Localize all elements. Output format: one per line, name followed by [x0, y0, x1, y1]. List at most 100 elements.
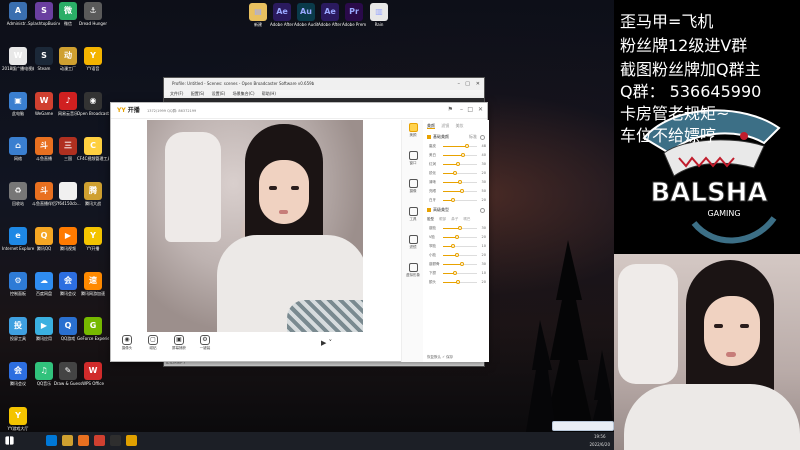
- desktop-icon[interactable]: ▤ 新建: [246, 3, 270, 41]
- slider-track[interactable]: [443, 171, 477, 175]
- side-nav: 美颜窗口摄像工具滤镜虚拟形象: [401, 120, 423, 362]
- obs-titlebar[interactable]: Profile: Untitled - Scenes: scenes - Ope…: [164, 78, 484, 90]
- subtab-nose[interactable]: 鼻子: [451, 217, 458, 221]
- slider-track[interactable]: [443, 226, 477, 230]
- preset-select[interactable]: 标准: [469, 132, 477, 142]
- slider-handle[interactable]: [461, 153, 466, 157]
- slider-handle[interactable]: [464, 144, 469, 148]
- slider-handle[interactable]: [454, 253, 459, 257]
- nav-label: 虚拟形象: [406, 273, 420, 277]
- checkbox-icon[interactable]: [427, 135, 431, 139]
- slider-track[interactable]: [443, 244, 477, 248]
- taskbar-app-icon[interactable]: [94, 435, 105, 446]
- slider-track[interactable]: [443, 153, 477, 157]
- desktop-icon[interactable]: AeAdobe After Effects CC ...: [318, 3, 342, 41]
- camera-preview[interactable]: [147, 120, 363, 332]
- yy-titlebar[interactable]: YY 开播 1372/1999 QQ群: 86372199 ⚑ – □ ✕: [111, 103, 487, 119]
- slider-handle[interactable]: [451, 244, 456, 248]
- taskbar-app-icon[interactable]: [126, 435, 137, 446]
- tab-beauty[interactable]: 美颜: [427, 123, 435, 129]
- slider-track[interactable]: [443, 271, 477, 275]
- side-nav-item[interactable]: 虚拟形象: [402, 263, 424, 288]
- desktop-icon[interactable]: GGeForce Experience: [77, 317, 109, 355]
- toggle-icon[interactable]: [480, 135, 485, 140]
- slider-track[interactable]: [443, 280, 477, 284]
- play-icon[interactable]: ▶ ˅: [321, 339, 332, 347]
- taskbar-app-icon[interactable]: [78, 435, 89, 446]
- desktop-icon[interactable]: W WPS Office: [77, 362, 109, 400]
- taskbar-app-icon[interactable]: [62, 435, 73, 446]
- desktop-icon[interactable]: Y YY语音: [77, 47, 109, 85]
- slider-handle[interactable]: [451, 198, 456, 202]
- panel-footer[interactable]: 恢复默认 ✓ 保存: [427, 354, 453, 360]
- minimize-icon[interactable]: –: [460, 106, 463, 113]
- subtab-mouth[interactable]: 嘴巴: [463, 217, 470, 221]
- side-nav-item[interactable]: 滤镜: [402, 235, 424, 260]
- maximize-icon[interactable]: □: [465, 78, 470, 90]
- menu-settings[interactable]: 设置(E): [212, 91, 226, 96]
- menu-scenes[interactable]: 场景集合(C): [233, 91, 255, 96]
- slider-track[interactable]: [443, 162, 477, 166]
- close-icon[interactable]: ✕: [476, 78, 480, 90]
- desktop-icon[interactable]: AeAdobe After Effects CC ...: [270, 3, 294, 41]
- slider-track[interactable]: [443, 180, 477, 184]
- slider-label: V脸: [429, 235, 435, 239]
- toolbar-button[interactable]: ⚙ 一键装: [195, 335, 215, 351]
- maximize-icon[interactable]: □: [467, 106, 473, 113]
- toolbar-button[interactable]: ◉ 摄像头: [117, 335, 137, 351]
- toolbar-button[interactable]: ▣ 屏幕捕获: [169, 335, 189, 351]
- menu-profile[interactable]: 配置(S): [191, 91, 205, 96]
- slider-row: 额头 20: [423, 278, 489, 287]
- side-nav-item[interactable]: 摄像: [402, 179, 424, 204]
- desktop-icon[interactable]: Y YY开播: [77, 227, 109, 265]
- slider-track[interactable]: [443, 198, 477, 202]
- side-nav-item[interactable]: 工具: [402, 207, 424, 232]
- minimize-icon[interactable]: –: [458, 78, 461, 90]
- desktop-icon[interactable]: Y YY游戏大厅: [2, 407, 34, 432]
- desktop-icon[interactable]: ⚓ Dread Hunger: [77, 2, 109, 40]
- tab-filter[interactable]: 滤镜: [441, 123, 449, 128]
- desktop-icon[interactable]: C CF4C视频管理工具: [77, 137, 109, 175]
- slider-track[interactable]: [443, 235, 477, 239]
- settings-icon[interactable]: ⚑: [448, 106, 453, 113]
- menu-help[interactable]: 帮助(H): [262, 91, 276, 96]
- close-icon[interactable]: ✕: [478, 106, 483, 113]
- clock[interactable]: 19:56 2022/6/20: [589, 433, 610, 449]
- slider-handle[interactable]: [456, 280, 461, 284]
- windows-start-icon[interactable]: [5, 436, 14, 445]
- slider-handle[interactable]: [456, 162, 461, 166]
- desktop-icon[interactable]: ▥ Rain: [367, 3, 391, 41]
- desktop-icon[interactable]: ◉Open Broadcast...: [77, 92, 109, 130]
- slider-track[interactable]: [443, 189, 477, 193]
- taskbar-app-icon[interactable]: [110, 435, 121, 446]
- slider-handle[interactable]: [452, 271, 457, 275]
- side-nav-item[interactable]: 窗口: [402, 151, 424, 176]
- yy-window[interactable]: YY 开播 1372/1999 QQ群: 86372199 ⚑ – □ ✕ ◉ 摄…: [110, 102, 489, 362]
- desktop-icon[interactable]: PrAdobe Premie...: [342, 3, 366, 41]
- slider-track[interactable]: [443, 262, 477, 266]
- subtab-eyes[interactable]: 眼部: [439, 217, 446, 221]
- tab-makeup[interactable]: 美妆: [456, 123, 464, 128]
- slider-handle[interactable]: [458, 226, 462, 230]
- slider-track[interactable]: [443, 253, 477, 257]
- side-nav-item[interactable]: 美颜: [402, 123, 424, 148]
- slider-track[interactable]: [443, 144, 477, 148]
- menu-file[interactable]: 文件(F): [170, 91, 183, 96]
- slider-handle[interactable]: [454, 235, 459, 239]
- app-icon: ⚓: [84, 2, 102, 20]
- subtab-face[interactable]: 脸型: [427, 217, 434, 221]
- slider-handle[interactable]: [459, 262, 464, 266]
- toolbar-button[interactable]: ▢ 磁贴: [143, 335, 163, 351]
- tray-popup[interactable]: [552, 421, 614, 437]
- taskbar-app-icon[interactable]: [46, 435, 57, 446]
- slider-handle[interactable]: [452, 171, 457, 175]
- desktop-icon[interactable]: 速腾讯网游加速: [77, 272, 109, 310]
- slider-handle[interactable]: [458, 180, 462, 184]
- desktop-icon-label: Adobe After Effects CC ...: [270, 22, 294, 27]
- desktop-icon[interactable]: 腾腾讯大战: [77, 182, 109, 220]
- desktop-icon[interactable]: AuAdobe Audit...: [294, 3, 318, 41]
- toggle-icon[interactable]: [480, 208, 485, 213]
- slider-handle[interactable]: [459, 189, 464, 193]
- checkbox-icon[interactable]: [427, 208, 431, 212]
- face: [259, 160, 309, 224]
